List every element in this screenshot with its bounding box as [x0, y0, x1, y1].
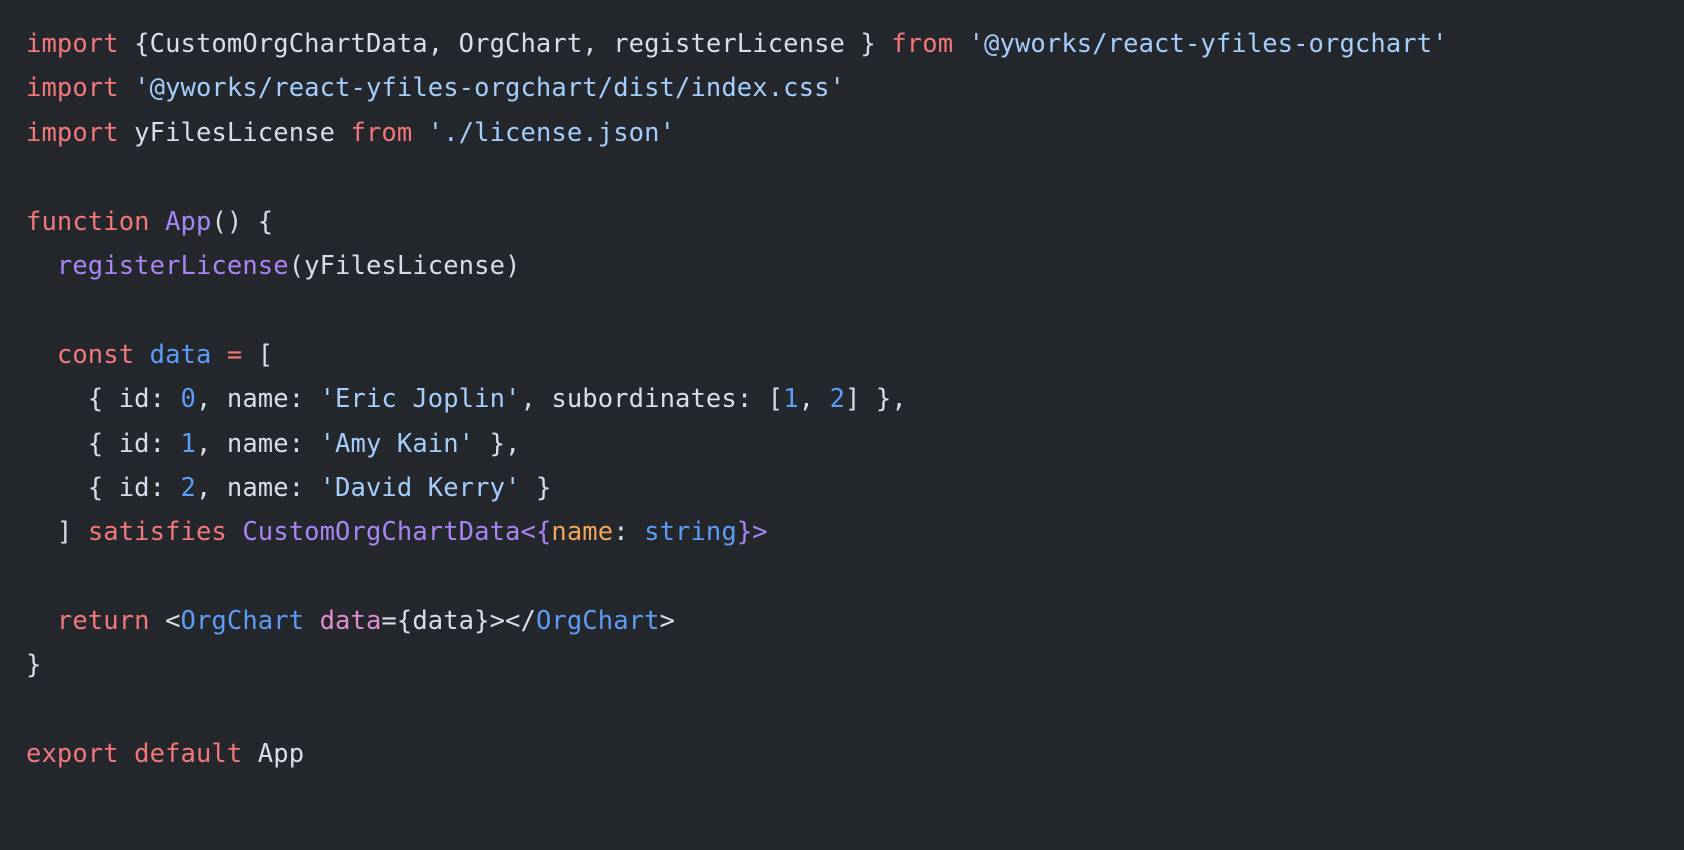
- code-token-prop: name: [551, 517, 614, 548]
- code-token-plain: (yFilesLicense): [288, 250, 521, 281]
- code-token-kw: =: [226, 339, 243, 370]
- code-token-plain: {CustomOrgChartData, OrgChart, registerL…: [118, 29, 892, 59]
- code-token-ident: }: [736, 517, 753, 548]
- code-token-kw: satisfies: [87, 517, 227, 548]
- code-token-num: 2: [180, 472, 196, 503]
- code-line[interactable]: function App() {: [26, 200, 1684, 244]
- code-token-var: data: [149, 339, 212, 370]
- code-token-kw: export: [26, 739, 119, 770]
- code-token-plain: }: [520, 472, 552, 503]
- code-token-kw: from: [350, 117, 413, 148]
- code-token-plain: { id:: [26, 428, 181, 459]
- code-line[interactable]: [26, 155, 1684, 199]
- code-token-plain: },: [474, 428, 521, 459]
- code-token-num: 1: [783, 384, 799, 415]
- code-token-plain: , name:: [195, 384, 320, 415]
- code-line[interactable]: return <OrgChart data={data}></OrgChart>: [26, 599, 1684, 643]
- code-token-kw: from: [891, 29, 954, 59]
- code-token-plain: ] },: [845, 384, 907, 415]
- code-token-plain: () {: [211, 206, 274, 237]
- code-token-str: './license.json': [427, 117, 676, 148]
- code-token-ident: CustomOrgChartData: [242, 517, 521, 548]
- code-token-ident: >: [752, 517, 768, 548]
- code-token-str: 'Eric Joplin': [319, 384, 521, 415]
- code-token-num: 0: [180, 384, 196, 415]
- code-token-plain: , name:: [195, 472, 320, 503]
- code-token-plain: yFilesLicense: [118, 117, 351, 148]
- code-token-ident: App: [165, 206, 212, 237]
- code-token-kw: default: [134, 739, 243, 770]
- code-token-num: 2: [829, 384, 846, 415]
- code-line[interactable]: { id: 2, name: 'David Kerry' }: [26, 466, 1684, 510]
- code-token-tag: OrgChart: [180, 606, 305, 637]
- code-line[interactable]: registerLicense(yFilesLicense): [26, 244, 1684, 288]
- code-token-plain: { id:: [26, 472, 181, 503]
- code-line[interactable]: import yFilesLicense from './license.jso…: [26, 111, 1684, 155]
- code-line[interactable]: import {CustomOrgChartData, OrgChart, re…: [26, 22, 1684, 66]
- code-token-kw: function: [26, 206, 150, 237]
- code-token-plain: , name:: [195, 428, 320, 459]
- code-line[interactable]: }: [26, 643, 1684, 687]
- code-token-num: 1: [180, 428, 196, 459]
- code-token-str: 'Amy Kain': [319, 428, 475, 459]
- code-token-kw: import: [26, 73, 119, 104]
- code-line[interactable]: { id: 1, name: 'Amy Kain' },: [26, 422, 1684, 466]
- code-token-plain: ]: [26, 517, 88, 548]
- code-line[interactable]: { id: 0, name: 'Eric Joplin', subordinat…: [26, 377, 1684, 421]
- code-line[interactable]: ] satisfies CustomOrgChartData<{name: st…: [26, 510, 1684, 554]
- code-token-plain: [: [242, 339, 274, 370]
- code-token-kw: return: [56, 606, 150, 637]
- code-token-plain: ={data}></: [381, 606, 536, 637]
- code-line[interactable]: [26, 688, 1684, 732]
- code-token-kw: import: [26, 117, 119, 148]
- code-line[interactable]: [26, 288, 1684, 332]
- code-token-ident: registerLicense: [56, 250, 289, 281]
- code-content[interactable]: import {CustomOrgChartData, OrgChart, re…: [26, 22, 1684, 777]
- code-line[interactable]: export default App: [26, 732, 1684, 776]
- code-line[interactable]: const data = [: [26, 333, 1684, 377]
- code-token-type: string: [644, 517, 737, 548]
- code-token-plain: { id:: [26, 384, 181, 415]
- code-token-plain: >: [659, 606, 676, 637]
- code-token-attr: data: [319, 606, 382, 637]
- code-token-tag: OrgChart: [535, 606, 660, 637]
- code-token-plain: <: [149, 606, 181, 637]
- code-token-plain: App: [242, 739, 305, 770]
- code-token-ident: <{: [520, 517, 552, 548]
- code-token-plain: :: [613, 517, 645, 548]
- code-token-plain: ,: [798, 384, 830, 415]
- code-token-str: '@yworks/react-yfiles-orgchart/dist/inde…: [134, 73, 845, 104]
- code-token-str: '@yworks/react-yfiles-orgchart': [968, 29, 1448, 59]
- code-line[interactable]: import '@yworks/react-yfiles-orgchart/di…: [26, 66, 1684, 110]
- code-token-kw: const: [56, 339, 135, 370]
- code-editor[interactable]: import {CustomOrgChartData, OrgChart, re…: [0, 0, 1684, 850]
- code-token-plain: }: [26, 650, 42, 681]
- code-token-plain: , subordinates: [: [520, 384, 784, 415]
- code-token-kw: import: [26, 29, 119, 59]
- code-token-str: 'David Kerry': [319, 472, 521, 503]
- code-line[interactable]: [26, 555, 1684, 599]
